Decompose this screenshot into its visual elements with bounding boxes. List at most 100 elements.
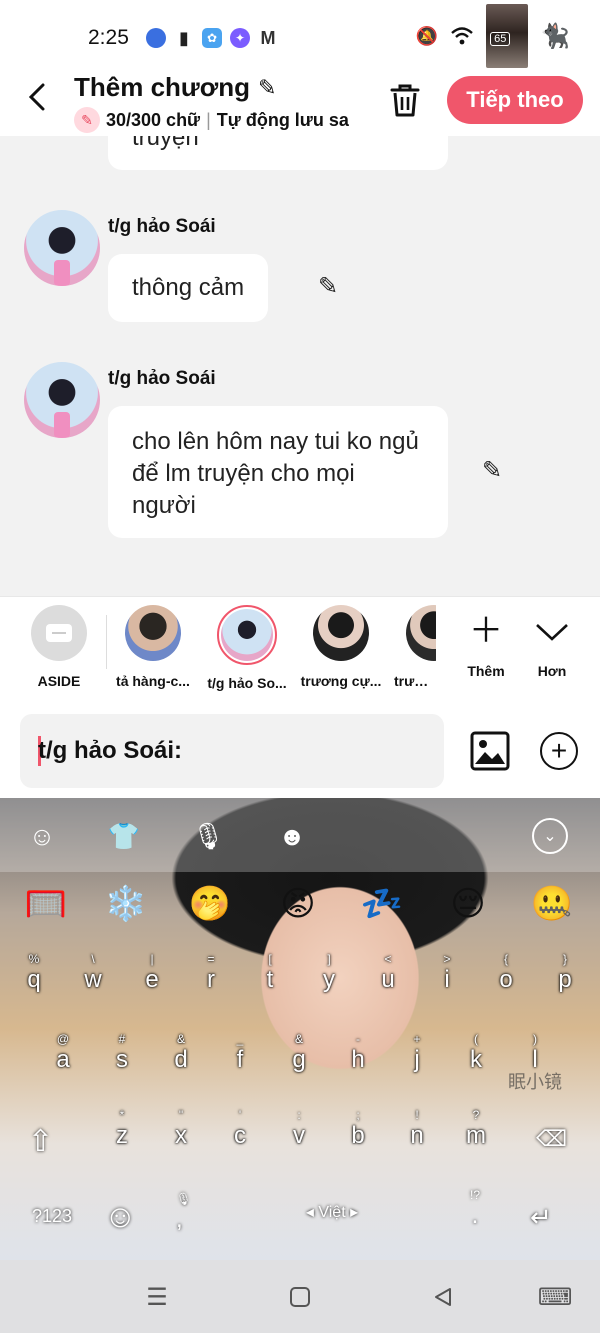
message-input-value: t/g hảo Soái: [38,737,182,764]
numbers-key[interactable]: ?123 [32,1206,72,1227]
key-h[interactable]: -h [333,1032,383,1074]
word-count: 30/300 chữ [106,109,201,130]
message-input[interactable]: t/g hảo Soái: [20,714,444,788]
chapter-meta: ✎ 30/300 chữ | Tự động lưu sa [74,107,349,133]
emoji-zzz[interactable]: 💤 [360,882,404,926]
floating-video-thumbnail[interactable]: 65 [486,4,529,68]
plus-circle-icon: + [550,735,568,766]
message-text: cho lên hôm nay tui ko ngủ để lm truyện … [132,428,419,519]
character-item[interactable]: tả hàng-c... [110,605,196,689]
theme-shirt-icon[interactable]: 👕 [106,818,142,854]
shift-key[interactable]: ⇧ [28,1124,53,1159]
key-t[interactable]: [t [245,952,295,994]
character-name: tả hàng-c... [116,673,190,689]
system-navigation-bar: ☰ ⌨ [0,1260,600,1333]
more-button[interactable]: Hơn [522,613,582,679]
emoji-hand-over-mouth[interactable]: 🤭 [188,882,232,926]
character-aside[interactable]: ASIDE [16,605,102,689]
emoji-goal-net[interactable]: 🥅 [24,882,68,926]
back-button[interactable] [22,82,52,112]
chat-area[interactable]: truyện t/g hảo Soái thông cảm ✎ t/g hảo … [0,136,600,596]
key-y[interactable]: ] y [304,952,354,994]
avatar[interactable] [24,210,100,286]
keyboard-switch-icon[interactable]: ⌨ [538,1282,573,1312]
key-n[interactable]: ! n [392,1108,442,1150]
key-p[interactable]: } p [540,952,590,994]
autosave-status: Tự động lưu sa [216,109,349,130]
aside-icon [31,605,87,661]
home-button[interactable] [285,1282,315,1312]
edit-message-icon[interactable]: ✎ [318,272,338,301]
message-bubble-partial[interactable]: truyện [108,136,448,170]
key-c[interactable]: ' c [215,1108,265,1150]
key-i[interactable]: > i [422,952,472,994]
key-b[interactable]: ; b [333,1108,383,1150]
key-z[interactable]: * z [97,1108,147,1150]
character-item[interactable]: trương [384,605,436,689]
key-e[interactable]: | e [127,952,177,994]
character-item[interactable]: trương cự... [298,605,384,689]
trash-icon [390,84,420,117]
comma-key[interactable]: 🎙 , [176,1192,191,1234]
character-item-selected[interactable]: t/g hảo So... [204,605,290,691]
enter-key[interactable]: ↵ [530,1202,552,1233]
avatar [217,605,277,665]
wifi-icon [451,27,473,45]
chevron-down-icon [522,613,582,649]
add-character-button[interactable]: ＋ Thêm [456,613,516,679]
key-d[interactable]: & d [156,1032,206,1074]
page-title[interactable]: Thêm chương ✎ [74,72,349,103]
sticker-icon[interactable]: ☺ [24,818,60,854]
key-f[interactable]: _ f [215,1032,265,1074]
key-s[interactable]: # s [97,1032,147,1074]
key-u[interactable]: < u [363,952,413,994]
key-w[interactable]: \ w [68,952,118,994]
key-m[interactable]: ? m [451,1108,501,1150]
emoji-snowflake[interactable]: ❄️ [104,882,148,926]
backspace-key[interactable]: ⌫ [536,1126,567,1152]
emoji-zipper-mouth[interactable]: 🤐 [530,882,574,926]
key-x[interactable]: " x [156,1108,206,1150]
character-selector: ASIDE tả hàng-c... t/g hảo So... trương … [0,596,600,704]
add-content-button[interactable]: + [540,732,578,770]
key-g[interactable]: & g [274,1032,324,1074]
message-sender: t/g hảo Soái [108,368,216,389]
editor-header: Thêm chương ✎ ✎ 30/300 chữ | Tự động lưu… [0,70,600,136]
emoji-key[interactable]: ☺ [104,1198,137,1235]
key-j[interactable]: + j [392,1032,442,1074]
space-key[interactable]: ◂ Việt ▸ [252,1202,412,1222]
messenger-icon: ✦ [230,28,250,48]
edit-message-icon[interactable]: ✎ [482,456,502,485]
key-o[interactable]: {o [481,952,531,994]
gmail-icon: M [260,27,276,48]
avatar[interactable] [24,362,100,438]
period-key[interactable]: !? . [470,1188,480,1230]
menu-icon[interactable]: ☰ [142,1282,172,1312]
key-q[interactable]: % q [9,952,59,994]
emoji-sticker-icon[interactable]: ☻ [274,818,310,854]
image-icon [470,731,510,771]
key-a[interactable]: @ a [38,1032,88,1074]
avatar [313,605,369,661]
emoji-pensive[interactable]: 😔 [446,882,490,926]
key-v[interactable]: :v [274,1108,324,1150]
key-k[interactable]: (k [451,1032,501,1074]
flower-icon: ✿ [202,28,222,48]
character-name: trương [394,673,436,689]
status-bar: 2:25 ▮ ✿ ✦ M 🔕 65 🐈‍⬛ [0,0,600,70]
delete-button[interactable] [388,82,422,118]
key-r[interactable]: = r [186,952,236,994]
insert-image-button[interactable] [470,731,510,771]
cat-charging-icon: 🐈‍⬛ [540,22,570,50]
emoji-angry[interactable]: 😡 [276,882,320,926]
edit-title-icon[interactable]: ✎ [258,75,276,101]
next-button[interactable]: Tiếp theo [447,76,583,124]
microphone-icon[interactable]: 🎙 [190,818,226,854]
back-nav-button[interactable] [428,1282,458,1312]
message-bubble[interactable]: thông cảm [108,254,269,322]
message-sender: t/g hảo Soái [108,216,216,237]
collapse-keyboard-icon[interactable]: ⌄ [532,818,568,854]
message-bubble[interactable]: cho lên hôm nay tui ko ngủ để lm truyện … [108,406,448,538]
status-time: 2:25 [88,26,129,49]
emoji-suggestions: 🥅 ❄️ 🤭 😡 💤 😔 🤐 [0,882,600,932]
